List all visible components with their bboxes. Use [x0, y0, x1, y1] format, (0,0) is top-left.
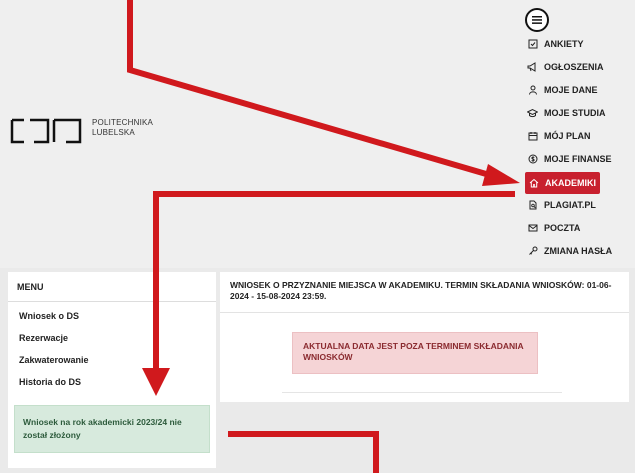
home-icon — [528, 178, 539, 189]
sidebar: MENU Wniosek o DS Rezerwacje Zakwaterowa… — [8, 272, 216, 468]
nav-label: MOJE STUDIA — [544, 108, 606, 118]
nav-label: OGŁOSZENIA — [544, 62, 604, 72]
calendar-icon — [527, 131, 538, 142]
politechnika-logo[interactable] — [10, 118, 84, 149]
menu-toggle-button[interactable] — [525, 8, 549, 32]
sidebar-item-wniosek[interactable]: Wniosek o DS — [8, 305, 216, 327]
nav-label: ANKIETY — [544, 39, 584, 49]
sidebar-title: MENU — [8, 272, 216, 302]
nav-item-moje-studia[interactable]: MOJE STUDIA — [527, 103, 606, 123]
nav-label: MOJE FINANSE — [544, 154, 612, 164]
graduation-cap-icon — [527, 108, 538, 119]
megaphone-icon — [527, 62, 538, 73]
nav-label: ZMIANA HASŁA — [544, 246, 613, 256]
user-icon — [527, 85, 538, 96]
deadline-alert: AKTUALNA DATA JEST POZA TERMINEM SKŁADAN… — [292, 332, 538, 374]
nav-label: MÓJ PLAN — [544, 131, 591, 141]
sidebar-item-zakwaterowanie[interactable]: Zakwaterowanie — [8, 349, 216, 371]
nav-label: PLAGIAT.PL — [544, 200, 596, 210]
page-title: WNIOSEK O PRZYZNANIE MIEJSCA W AKADEMIKU… — [220, 272, 629, 313]
nav-label: POCZTA — [544, 223, 581, 233]
logo-line-2: LUBELSKA — [92, 128, 135, 137]
sidebar-item-historia[interactable]: Historia do DS — [8, 371, 216, 393]
nav-item-ogloszenia[interactable]: OGŁOSZENIA — [527, 57, 604, 77]
nav-item-poczta[interactable]: POCZTA — [527, 218, 580, 238]
nav-item-plagiat[interactable]: PLAGIAT.PL — [527, 195, 596, 215]
hamburger-icon — [532, 16, 542, 24]
dollar-icon — [527, 154, 538, 165]
nav-item-akademiki[interactable]: AKADEMIKI — [525, 172, 600, 194]
divider — [282, 392, 562, 393]
nav-item-moje-dane[interactable]: MOJE DANE — [527, 80, 598, 100]
nav-item-moj-plan[interactable]: MÓJ PLAN — [527, 126, 591, 146]
document-search-icon — [527, 200, 538, 211]
nav-item-moje-finanse[interactable]: MOJE FINANSE — [527, 149, 612, 169]
mail-icon — [527, 223, 538, 234]
key-icon — [527, 246, 538, 257]
sidebar-item-rezerwacje[interactable]: Rezerwacje — [8, 327, 216, 349]
survey-icon — [527, 39, 538, 50]
nav-label: AKADEMIKI — [545, 178, 596, 188]
nav-label: MOJE DANE — [544, 85, 598, 95]
nav-item-zmiana-hasla[interactable]: ZMIANA HASŁA — [527, 241, 612, 261]
nav-item-ankiety[interactable]: ANKIETY — [527, 34, 584, 54]
application-status-notice: Wniosek na rok akademicki 2023/24 nie zo… — [14, 405, 210, 453]
sidebar-list: Wniosek o DS Rezerwacje Zakwaterowanie H… — [8, 302, 216, 393]
arrow-bottom — [228, 431, 379, 473]
main-panel: WNIOSEK O PRZYZNANIE MIEJSCA W AKADEMIKU… — [220, 272, 629, 402]
logo-text: POLITECHNIKA LUBELSKA — [92, 118, 153, 138]
logo-line-1: POLITECHNIKA — [92, 118, 154, 127]
